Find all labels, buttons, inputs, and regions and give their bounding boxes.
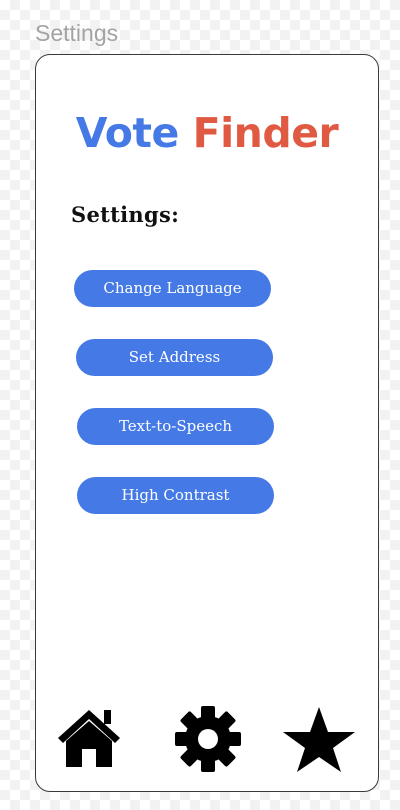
home-icon: [58, 710, 120, 767]
high-contrast-button[interactable]: High Contrast: [77, 477, 274, 514]
nav-home-button[interactable]: [56, 705, 122, 769]
change-language-button[interactable]: Change Language: [74, 270, 271, 307]
star-icon: [283, 707, 355, 772]
nav-favorites-button[interactable]: [282, 705, 356, 773]
text-to-speech-button[interactable]: Text-to-Speech: [77, 408, 274, 445]
gear-icon: [175, 706, 241, 772]
app-title: Vote Finder: [36, 109, 378, 157]
app-title-finder: Finder: [192, 109, 339, 157]
phone-screen: Vote Finder Settings: Change Language Se…: [35, 54, 379, 792]
app-title-vote: Vote: [75, 109, 180, 157]
nav-settings-button[interactable]: [174, 705, 242, 773]
settings-heading: Settings:: [71, 202, 180, 227]
set-address-button[interactable]: Set Address: [76, 339, 273, 376]
frame-label: Settings: [35, 20, 119, 46]
